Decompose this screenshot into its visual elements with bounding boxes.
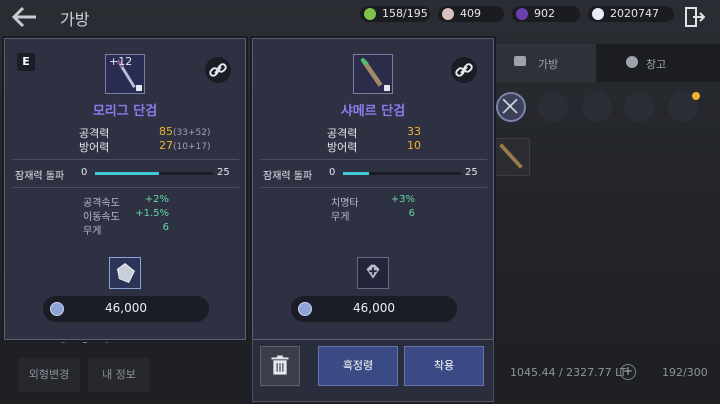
substat-attack-speed: 공격속도 +2% xyxy=(83,194,169,209)
divider xyxy=(261,187,487,188)
inventory-slot[interactable] xyxy=(492,138,530,176)
back-arrow-icon[interactable] xyxy=(10,4,40,30)
black-spirit-button[interactable]: 흑정령 xyxy=(318,346,398,386)
exit-icon[interactable] xyxy=(684,6,706,28)
divider xyxy=(13,159,239,160)
slot-count: 192/300 xyxy=(662,366,708,379)
lock-icon xyxy=(384,85,390,91)
sell-price: 46,000 xyxy=(43,296,209,322)
notification-dot xyxy=(692,92,700,100)
resource-orb: 902 xyxy=(512,6,580,22)
potential-bar xyxy=(95,172,213,175)
white-crystal-icon xyxy=(592,8,604,20)
discard-button[interactable] xyxy=(260,346,300,386)
page-title: 가방 xyxy=(60,10,90,29)
potential-bar xyxy=(343,172,461,175)
crossed-swords-icon xyxy=(502,98,518,114)
potential-bar-fill xyxy=(343,172,369,175)
top-bar: 가방 158/195 409 902 2020747 xyxy=(0,0,720,34)
enhance-level: +12 xyxy=(109,55,133,68)
bag-icon xyxy=(514,56,526,66)
link-icon xyxy=(209,63,227,77)
substat-move-speed: 이동속도 +1.5% xyxy=(83,208,169,223)
crystal-gem-icon xyxy=(116,263,135,283)
storage-icon xyxy=(626,56,638,68)
purple-orb-icon xyxy=(516,8,528,20)
my-info-button[interactable]: 내 정보 xyxy=(88,358,150,392)
tab-storage-label: 창고 xyxy=(646,58,667,71)
resource-energy: 158/195 xyxy=(360,6,430,22)
trash-icon xyxy=(271,355,289,375)
substat-weight: 무게 6 xyxy=(83,222,169,237)
sell-price: 46,000 xyxy=(291,296,457,322)
green-gem-icon xyxy=(364,8,376,20)
stat-attack: 공격력 85(33+52) xyxy=(79,125,211,140)
item-card-left: E +12 모리그 단검 공격력 85(33+52) 방어력 27(10+17)… xyxy=(4,38,246,340)
tab-bag-label: 가방 xyxy=(538,58,559,71)
item-name: 모리그 단검 xyxy=(92,104,158,119)
pearl-icon xyxy=(442,8,454,20)
equip-button[interactable]: 착용 xyxy=(404,346,484,386)
appearance-change-button[interactable]: 외형변경 xyxy=(18,358,80,392)
divider xyxy=(13,187,239,188)
item-icon-morig-dagger: +12 xyxy=(105,54,145,94)
weight-stat: 1045.44 / 2327.77 LT xyxy=(510,366,627,379)
stat-defense: 방어력 10 xyxy=(327,139,421,154)
resource-pearl: 409 xyxy=(438,6,504,22)
tab-storage[interactable]: 창고 xyxy=(596,44,720,82)
category-accessory-icon[interactable] xyxy=(582,92,612,122)
stat-attack: 공격력 33 xyxy=(327,125,421,140)
tab-bag[interactable]: 가방 xyxy=(496,44,596,82)
link-icon xyxy=(455,63,473,77)
lock-icon xyxy=(136,85,142,91)
equipped-badge: E xyxy=(17,53,35,71)
gem-slot-empty[interactable] xyxy=(357,257,389,289)
substat-weight: 무게 6 xyxy=(331,208,415,223)
stat-defense: 방어력 27(10+17) xyxy=(79,139,211,154)
item-card-right: 샤메르 단검 공격력 33 방어력 10 잠재력 돌파 0 25 치명타 +3%… xyxy=(252,38,494,340)
expand-slots-button[interactable]: + xyxy=(620,364,636,380)
potential-breakthrough: 잠재력 돌파 0 25 xyxy=(263,167,478,182)
potential-bar-fill xyxy=(95,172,159,175)
link-button[interactable] xyxy=(205,57,231,83)
add-gem-icon xyxy=(366,264,380,279)
link-button[interactable] xyxy=(451,57,477,83)
resource-silver: 2020747 xyxy=(588,6,674,22)
item-category-bar xyxy=(496,92,720,128)
substat-critical: 치명타 +3% xyxy=(331,194,415,209)
item-icon-shamer-dagger xyxy=(353,54,393,94)
category-weapon-icon[interactable] xyxy=(496,92,526,122)
gem-slot-filled[interactable] xyxy=(109,257,141,289)
category-shield-icon[interactable] xyxy=(624,92,654,122)
inventory-tabs: 가방 창고 xyxy=(496,44,720,82)
category-armor-icon[interactable] xyxy=(538,92,568,122)
item-name: 샤메르 단검 xyxy=(340,104,406,119)
divider xyxy=(261,159,487,160)
dagger-item-icon xyxy=(499,143,523,169)
potential-breakthrough: 잠재력 돌파 0 25 xyxy=(15,167,230,182)
